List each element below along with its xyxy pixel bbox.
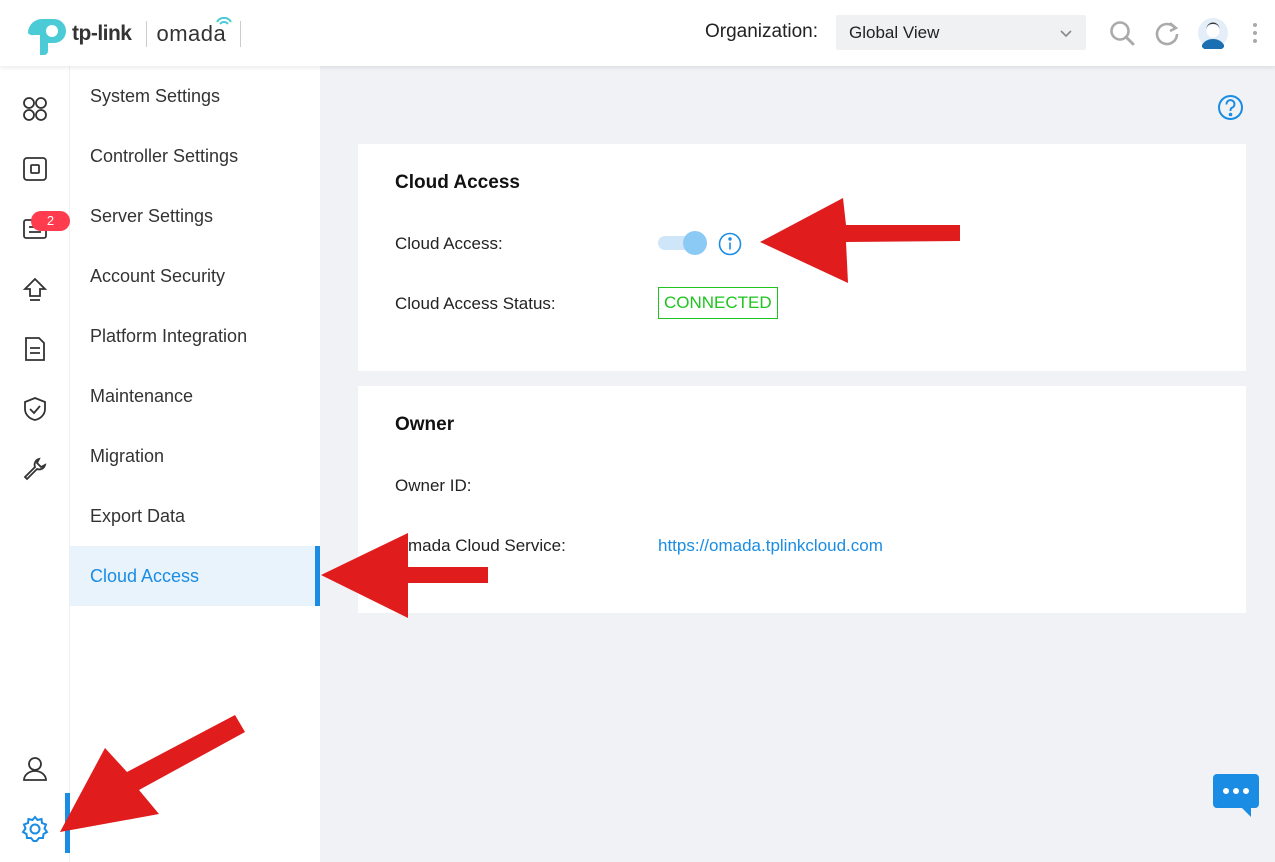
owner-title: Owner [395,414,455,435]
submenu-item-cloud-access[interactable]: Cloud Access [70,546,320,606]
submenu-item-controller-settings[interactable]: Controller Settings [70,126,320,186]
cloud-access-title: Cloud Access [395,172,520,193]
logs-icon[interactable] [0,327,70,371]
submenu-item-maintenance[interactable]: Maintenance [70,366,320,426]
submenu-item-migration[interactable]: Migration [70,426,320,486]
cloud-access-status-label: Cloud Access Status: [395,294,556,313]
organization-value: Global View [849,23,940,42]
refresh-icon[interactable] [1152,18,1182,48]
organization-select[interactable]: Global View [836,15,1086,50]
tp-link-logo-icon [28,19,66,55]
cloud-access-toggle[interactable] [658,231,708,255]
toggle-knob [683,231,707,255]
owner-id-label: Owner ID: [395,476,472,495]
more-vertical-icon[interactable] [1244,18,1266,48]
cloud-service-link[interactable]: https://omada.tplinkcloud.com [658,536,883,556]
upgrade-icon[interactable] [0,267,70,311]
top-bar: tp-link omada Organization: Global View [0,0,1275,66]
security-icon[interactable] [0,387,70,431]
submenu-item-account-security[interactable]: Account Security [70,246,320,306]
logo-divider-right [240,21,242,47]
tools-icon[interactable] [0,447,70,491]
logo-divider [145,21,147,47]
search-icon[interactable] [1107,18,1137,48]
cloud-access-label: Cloud Access: [395,234,503,253]
submenu-item-system-settings[interactable]: System Settings [70,66,320,126]
organization-label: Organization: [705,21,819,42]
annotation-arrow-toggle [760,198,960,283]
status-badge: CONNECTED [658,287,778,319]
help-icon[interactable] [1217,94,1244,126]
submenu-item-platform-integration[interactable]: Platform Integration [70,306,320,366]
annotation-arrow-settings [60,715,245,832]
dashboard-icon[interactable] [0,87,70,131]
submenu-item-server-settings[interactable]: Server Settings [70,186,320,246]
info-icon[interactable] [718,232,742,256]
annotation-arrow-submenu [321,533,488,618]
wifi-waves-icon [216,16,232,25]
brand-logo[interactable]: tp-link omada [24,14,242,55]
chevron-down-icon [1060,30,1072,38]
chat-support-icon[interactable] [1213,774,1259,823]
devices-icon[interactable] [0,147,70,191]
submenu-item-export-data[interactable]: Export Data [70,486,320,546]
alerts-badge: 2 [31,211,70,231]
user-avatar[interactable] [1197,17,1229,49]
tp-link-wordmark: tp-link [72,22,132,45]
